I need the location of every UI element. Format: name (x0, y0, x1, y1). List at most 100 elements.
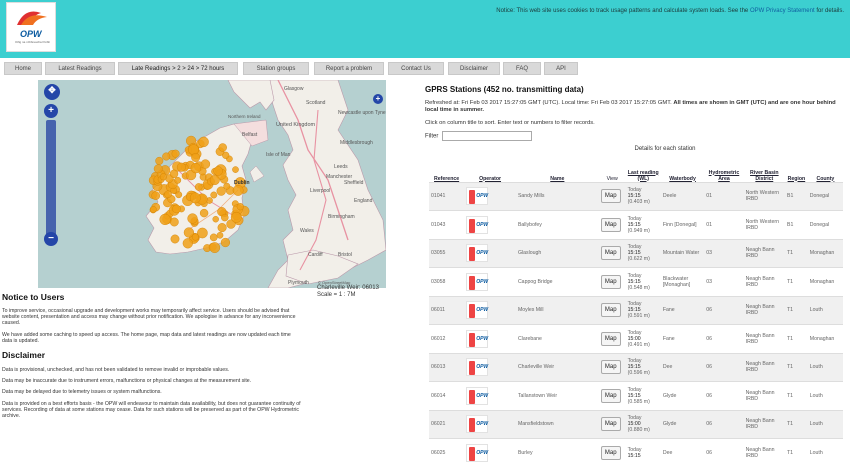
station-marker[interactable] (224, 183, 230, 189)
zoom-slider[interactable] (46, 120, 56, 240)
nav-station-groups[interactable]: Station groups (243, 62, 309, 75)
col-operator[interactable]: Operator (464, 160, 516, 182)
station-marker[interactable] (150, 206, 156, 212)
col-county[interactable]: County (808, 160, 843, 182)
table-row[interactable]: 06012OPWClarebaneMapToday15:00(0.491 m)F… (429, 325, 843, 354)
station-marker[interactable] (160, 174, 167, 181)
station-marker[interactable] (191, 153, 199, 161)
nav-home[interactable]: Home (4, 62, 42, 75)
cell-view: Map (599, 239, 626, 268)
opw-logo[interactable]: OPW Oifig na nOibreacha Poiblí (6, 2, 56, 52)
map-button[interactable]: Map (601, 189, 621, 203)
nav-faq[interactable]: FAQ (503, 62, 541, 75)
station-marker[interactable] (232, 167, 238, 173)
col-last-reading[interactable]: Last reading (WL) (626, 160, 661, 182)
cell-hydrometric-area: 06 (704, 410, 743, 439)
station-marker[interactable] (211, 192, 217, 198)
nav-disclaimer[interactable]: Disclaimer (448, 62, 500, 75)
station-marker[interactable] (188, 214, 198, 224)
station-marker[interactable] (152, 192, 160, 200)
map-button[interactable]: Map (601, 332, 621, 346)
table-row[interactable]: 03055OPWGlasloughMapToday15:15(0.622 m)M… (429, 239, 843, 268)
table-row[interactable]: 06013OPWCharleville WeirMapToday15:15(0.… (429, 353, 843, 382)
pan-control-icon[interactable]: ✥ (44, 84, 60, 100)
table-row[interactable]: 06021OPWMansfieldstownMapToday15:00(0.88… (429, 410, 843, 439)
col-waterbody[interactable]: Waterbody (661, 160, 704, 182)
station-marker[interactable] (156, 157, 164, 165)
map-button[interactable]: Map (601, 417, 621, 431)
station-marker[interactable] (154, 165, 162, 173)
nav-late-readings[interactable]: Late Readings > 2 > 24 > 72 hours (118, 62, 238, 75)
cookie-notice-text: Notice: This web site uses cookies to tr… (496, 8, 748, 14)
station-marker[interactable] (192, 234, 199, 241)
logo-text: OPW (20, 29, 42, 39)
station-marker[interactable] (199, 137, 209, 147)
station-marker[interactable] (214, 167, 223, 176)
reading-value: (0.880 m) (628, 427, 659, 433)
cell-river-basin-district: Neagh Bann IRBD (744, 410, 785, 439)
station-marker[interactable] (160, 214, 171, 225)
table-row[interactable]: 06011OPWMoyles MillMapToday15:15(0.591 m… (429, 296, 843, 325)
table-row[interactable]: 01043OPWBallybofeyMapToday15:15(0.949 m)… (429, 211, 843, 240)
cell-region: T1 (785, 382, 808, 411)
nav-api[interactable]: API (544, 62, 578, 75)
col-name[interactable]: Name (516, 160, 599, 182)
station-marker[interactable] (162, 153, 170, 161)
station-marker[interactable] (218, 223, 227, 232)
station-marker[interactable] (200, 209, 208, 217)
map-button[interactable]: Map (601, 360, 621, 374)
table-row[interactable]: 06014OPWTallanstown WeirMapToday15:15(0.… (429, 382, 843, 411)
station-marker[interactable] (210, 234, 217, 241)
cell-region: T1 (785, 268, 808, 297)
station-marker[interactable] (176, 192, 182, 198)
station-marker[interactable] (195, 183, 202, 190)
station-marker[interactable] (191, 163, 201, 173)
col-reference[interactable]: Reference (429, 160, 464, 182)
station-marker[interactable] (170, 170, 178, 178)
station-map[interactable]: Glasgow United Kingdom Isle of Man Belfa… (38, 80, 386, 288)
zoom-out-button[interactable]: − (44, 232, 58, 246)
table-row[interactable]: 06025OPWBurleyMapToday15:15Dee06Neagh Ba… (429, 439, 843, 467)
operator-logo-text: OPW (476, 222, 488, 228)
table-row[interactable]: 03058OPWCappog BridgeMapToday15:15(0.548… (429, 268, 843, 297)
station-marker[interactable] (177, 163, 186, 172)
station-marker[interactable] (171, 235, 179, 243)
station-marker[interactable] (221, 214, 228, 221)
col-region[interactable]: Region (785, 160, 808, 182)
col-hydrometric-area[interactable]: Hydrometric Area (704, 160, 743, 182)
filter-input[interactable] (442, 131, 532, 141)
station-marker[interactable] (210, 175, 220, 185)
cell-waterbody: Deele (661, 182, 704, 211)
station-marker[interactable] (219, 144, 227, 152)
nav-latest-readings[interactable]: Latest Readings (45, 62, 115, 75)
map-button[interactable]: Map (601, 275, 621, 289)
privacy-statement-link[interactable]: OPW Privacy Statement (750, 8, 815, 14)
station-marker[interactable] (172, 205, 180, 213)
map-button[interactable]: Map (601, 389, 621, 403)
map-button[interactable]: Map (601, 218, 621, 232)
station-marker[interactable] (170, 218, 178, 226)
station-marker[interactable] (190, 193, 200, 203)
map-button[interactable]: Map (601, 246, 621, 260)
station-marker[interactable] (201, 160, 210, 169)
station-marker[interactable] (213, 216, 219, 222)
station-marker[interactable] (188, 145, 198, 155)
layer-switcher-button[interactable]: + (373, 94, 383, 104)
map-button[interactable]: Map (601, 303, 621, 317)
table-row[interactable]: 01041OPWSandy MillsMapToday15:15(0.403 m… (429, 182, 843, 211)
zoom-in-button[interactable]: + (44, 104, 58, 118)
station-marker[interactable] (237, 203, 244, 210)
station-marker[interactable] (172, 150, 180, 158)
nav-contact-us[interactable]: Contact Us (388, 62, 444, 75)
station-marker[interactable] (164, 191, 171, 198)
station-marker[interactable] (183, 238, 193, 248)
station-marker[interactable] (217, 232, 223, 238)
station-marker[interactable] (233, 185, 243, 195)
col-river-basin-district[interactable]: River Basin District (744, 160, 785, 182)
station-marker[interactable] (175, 177, 181, 183)
station-marker[interactable] (231, 212, 241, 222)
station-marker[interactable] (221, 238, 230, 247)
operator-logo: OPW (466, 273, 488, 291)
station-marker[interactable] (210, 242, 220, 252)
nav-report-problem[interactable]: Report a problem (314, 62, 384, 75)
